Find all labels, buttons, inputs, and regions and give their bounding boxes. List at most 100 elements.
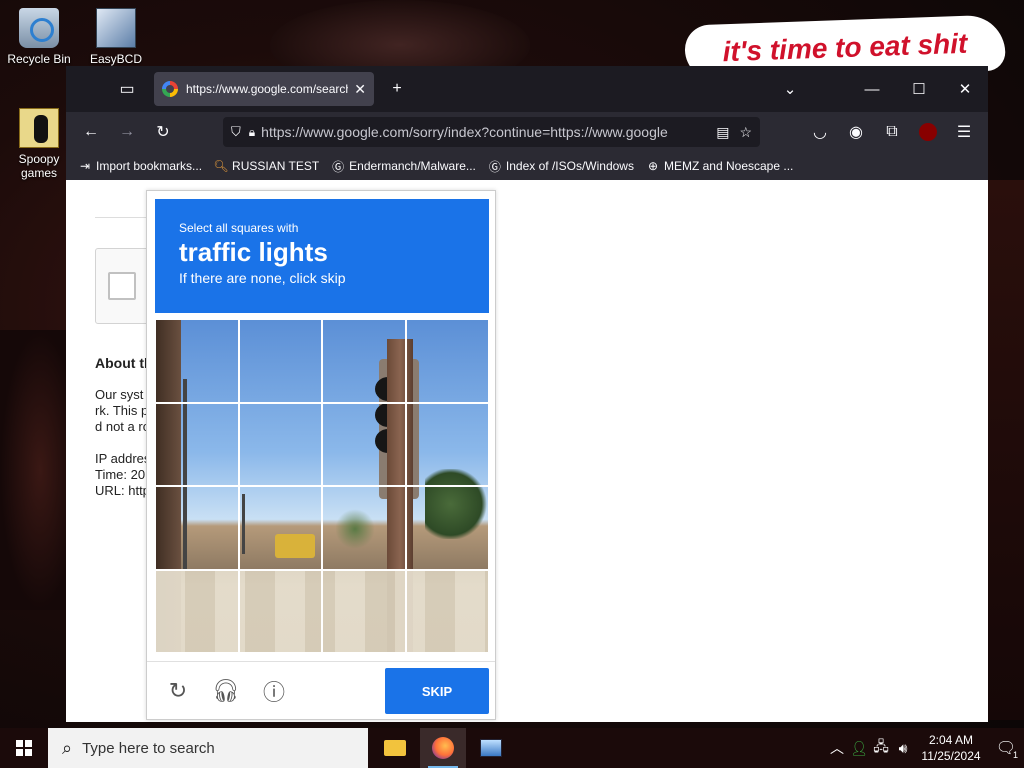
captcha-tile[interactable] [405,569,489,653]
captcha-tile[interactable] [238,402,322,486]
captcha-tile[interactable] [155,569,239,653]
bookmark-memz-noescape[interactable]: ⊕ MEMZ and Noescape ... [646,159,793,173]
forward-arrow-icon[interactable]: → [114,119,140,145]
skip-button[interactable]: SKIP [385,668,489,714]
url-bar[interactable]: ⛉ 🔒︎ https://www.google.com/sorry/index?… [223,117,760,147]
captcha-tile[interactable] [405,486,489,570]
pocket-icon[interactable]: ◡ [807,119,833,145]
chevron-up-icon[interactable]: ︿ [826,728,848,768]
captcha-tile[interactable] [405,319,489,403]
google-icon [162,81,178,97]
bookmark-label: Endermanch/Malware... [349,159,476,173]
tab-title: https://www.google.com/search [186,82,349,96]
challenge-target: traffic lights [179,237,328,267]
about-text-line: Our syst [95,387,144,402]
ublock-origin-icon[interactable] [915,119,941,145]
desktop-icon-label: Recycle Bin [7,52,71,66]
ip-address-line: IP addres [95,451,151,466]
captcha-tile[interactable] [155,402,239,486]
user-icon[interactable]: 👤︎ [848,728,870,768]
captcha-tile[interactable] [405,402,489,486]
reload-icon[interactable]: ↻ [150,119,176,145]
captcha-tile[interactable] [322,402,406,486]
notification-center-icon[interactable]: 🗨︎ 1 [988,728,1024,768]
bookmark-isos-windows[interactable]: Ⓖ Index of /ISOs/Windows [488,159,634,174]
network-icon[interactable]: 🖧︎ [870,728,892,768]
recycle-bin-icon [19,8,59,48]
search-icon: ⌕ [62,737,73,758]
taskbar-pc-app[interactable] [468,728,514,768]
captcha-tile[interactable] [155,319,239,403]
bookmark-label: Index of /ISOs/Windows [505,159,634,173]
bookmark-import[interactable]: ⇥ Import bookmarks... [78,159,202,173]
taskbar-firefox[interactable] [420,728,466,768]
info-icon[interactable]: ⓘ [261,678,287,705]
about-text-line: rk. This p [95,403,149,418]
url-line: URL: http [95,483,150,498]
time-line: Time: 20 [95,467,146,482]
close-tab-icon[interactable]: ✕ [354,81,366,98]
desktop-icon-spoopy-games[interactable]: Spoopy games [3,108,75,180]
reload-challenge-icon[interactable]: ↻ [165,678,191,704]
volume-icon[interactable]: 🔊︎ [892,728,914,768]
globe-icon: ⊕ [647,159,658,173]
challenge-header: Select all squares with traffic lights I… [155,199,489,313]
tab-list-icon[interactable]: ▭ [114,76,140,102]
navigation-bar: ← → ↻ ⛉ 🔒︎ https://www.google.com/sorry/… [66,112,988,152]
start-button[interactable] [0,728,48,768]
folder-icon [19,108,59,148]
maximize-button[interactable]: ☐ [904,76,934,102]
meme-text: it's time to eat shit [722,27,968,68]
reader-view-icon[interactable]: ▤ [716,124,729,141]
taskbar-search-box[interactable]: ⌕ Type here to search [48,728,368,768]
bookmark-star-icon[interactable]: ☆ [739,124,752,141]
captcha-tile[interactable] [238,486,322,570]
recaptcha-checkbox[interactable] [108,272,136,300]
back-arrow-icon[interactable]: ← [78,119,104,145]
new-tab-button[interactable]: + [384,76,410,102]
captcha-tile[interactable] [322,319,406,403]
google-icon: Ⓖ [332,159,345,174]
computer-icon [480,739,502,757]
bookmarks-toolbar: ⇥ Import bookmarks... 🔍︎ RUSSIAN TEST Ⓖ … [66,152,988,180]
easybcd-icon [96,8,136,48]
shield-icon[interactable]: ⛉ [231,124,241,140]
clock[interactable]: 2:04 AM 11/25/2024 [914,732,988,764]
firefox-icon [432,737,454,759]
captcha-tile[interactable] [322,486,406,570]
lock-icon[interactable]: 🔒︎ [249,125,255,140]
desktop-icon-recycle-bin[interactable]: Recycle Bin [3,8,75,66]
search-icon: 🔍︎ [213,159,229,173]
captcha-tile[interactable] [238,569,322,653]
notification-count: 1 [1012,750,1018,760]
clock-date: 11/25/2024 [921,749,981,763]
tab-google[interactable]: https://www.google.com/search ✕ [154,72,374,106]
bookmark-label: MEMZ and Noescape ... [663,159,794,173]
account-icon[interactable]: ◉ [843,119,869,145]
bookmark-endermanch-malware[interactable]: Ⓖ Endermanch/Malware... [331,159,476,174]
challenge-hint: If there are none, click skip [179,270,346,286]
recaptcha-challenge: Select all squares with traffic lights I… [146,190,496,720]
bookmark-russian-test[interactable]: 🔍︎ RUSSIAN TEST [213,159,319,173]
captcha-tile[interactable] [238,319,322,403]
bookmark-label: Import bookmarks... [96,159,203,173]
menu-hamburger-icon[interactable]: ☰ [951,119,977,145]
wallpaper-shape [988,180,1024,720]
taskbar-file-explorer[interactable] [372,728,418,768]
headphones-audio-icon[interactable]: 🎧︎ [212,678,240,704]
taskbar: ⌕ Type here to search ︿ 👤︎ 🖧︎ 🔊︎ 2:04 AM… [0,728,1024,768]
clock-time: 2:04 AM [928,733,974,747]
url-text[interactable]: https://www.google.com/sorry/index?conti… [261,124,710,140]
challenge-instruction: Select all squares with [179,221,299,235]
minimize-button[interactable]: — [857,76,887,102]
tab-overflow-chevron-icon[interactable]: ⌄ [775,76,805,102]
captcha-tile[interactable] [155,486,239,570]
captcha-tile[interactable] [322,569,406,653]
close-window-button[interactable]: ✕ [950,76,980,102]
google-icon: Ⓖ [488,159,501,174]
desktop-icon-label: Spoopy games [18,152,60,180]
import-icon: ⇥ [79,159,91,173]
tab-bar: ▭ https://www.google.com/search ✕ + ⌄ — … [66,66,988,112]
windows-logo-icon [16,740,32,756]
extensions-icon[interactable]: ⧉ [879,119,905,145]
